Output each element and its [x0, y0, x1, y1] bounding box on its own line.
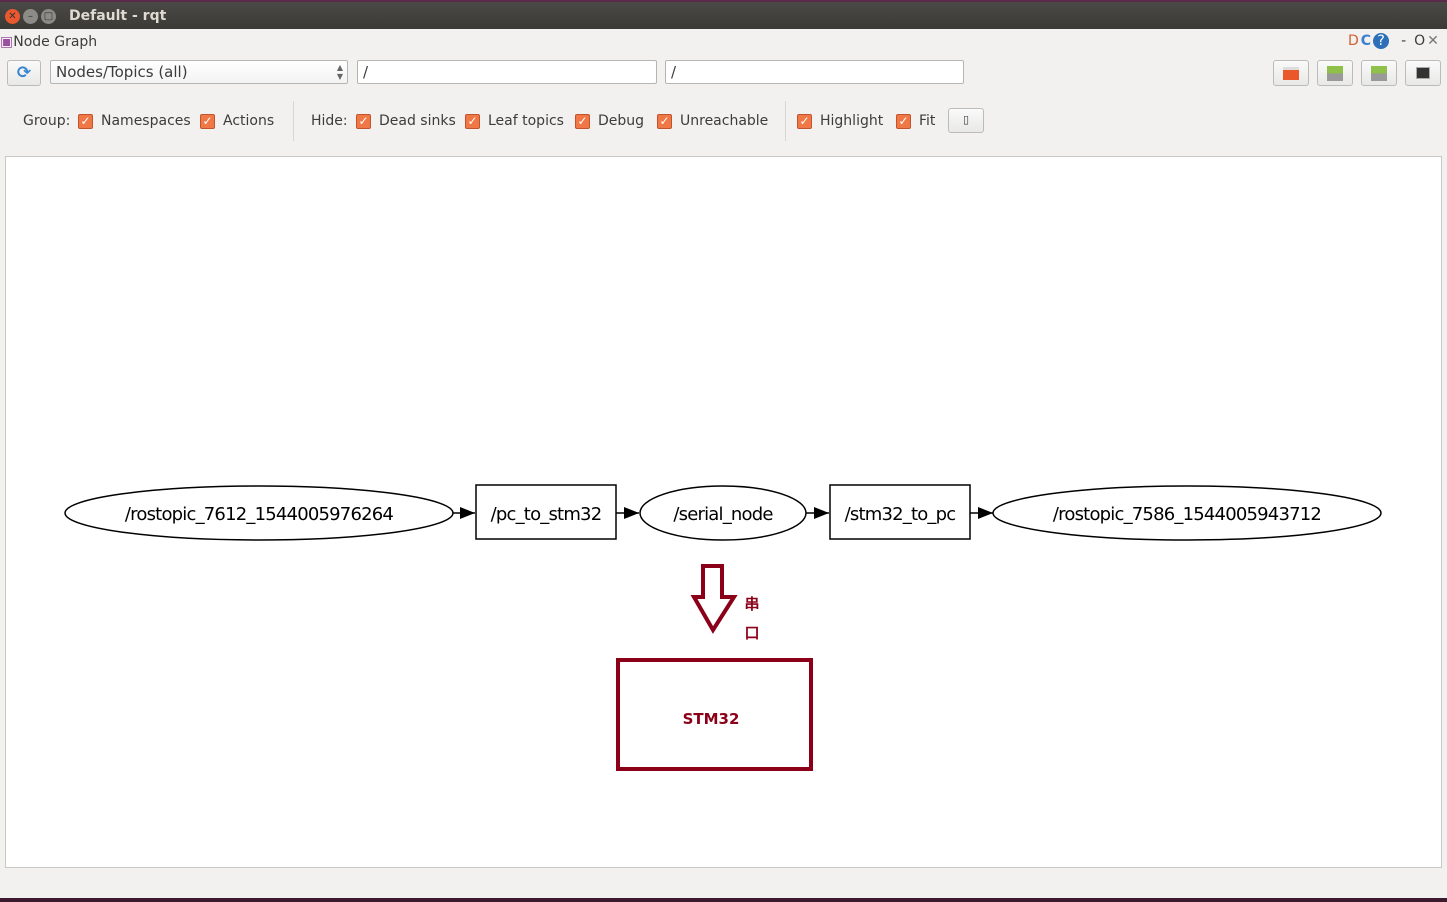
reload-icon[interactable]: C [1361, 33, 1371, 49]
close-plugin-icon[interactable]: ✕ [1427, 33, 1439, 49]
save-image-button[interactable] [1405, 60, 1441, 86]
check-icon: ✓ [200, 113, 215, 129]
annotation-label: 口 [744, 624, 759, 642]
maximize-window-icon[interactable]: □ [41, 9, 56, 24]
minimize-plugin-icon[interactable]: - [1401, 33, 1406, 49]
check-icon: ✓ [896, 113, 911, 129]
save-icon [1371, 66, 1387, 81]
topic-filter-input[interactable]: / [665, 60, 964, 84]
graph-node-topic-box[interactable]: /pc_to_stm32 [475, 484, 617, 540]
highlight-checkbox[interactable]: ✓ Highlight [797, 113, 883, 129]
check-icon: ✓ [657, 113, 672, 129]
save-svg-button[interactable] [1361, 60, 1397, 86]
checkbox-label: Debug [598, 113, 645, 129]
graph-canvas[interactable]: /rostopic_7612_1544005976264 /pc_to_stm3… [5, 156, 1442, 868]
check-icon: ✓ [575, 113, 590, 129]
fit-view-button[interactable]: ▯ [948, 108, 984, 133]
fit-icon: ▯ [962, 113, 970, 126]
checkbox-label: Highlight [820, 113, 884, 129]
window-title: Default - rqt [69, 8, 167, 24]
node-label: /rostopic_7612_1544005976264 [125, 504, 393, 525]
float-plugin-icon[interactable]: O [1414, 33, 1425, 49]
check-icon: ✓ [797, 113, 812, 129]
divider [785, 101, 786, 141]
plugin-controls: D C ? - O ✕ [1348, 33, 1439, 49]
checkbox-label: Dead sinks [379, 113, 456, 129]
namespace-filter-input[interactable]: / [357, 60, 657, 84]
checkbox-label: Leaf topics [488, 113, 564, 129]
plugin-header: ▣Node Graph [0, 34, 97, 50]
title-bar: ✕ – □ Default - rqt [0, 0, 1447, 29]
divider [293, 101, 294, 141]
hide-label: Hide: [311, 113, 348, 129]
annotation-label: 串 [744, 595, 759, 613]
save-icon [1327, 66, 1343, 81]
down-arrow-icon [690, 564, 738, 634]
node-label: /pc_to_stm32 [491, 504, 602, 525]
checkbox-label: Unreachable [680, 113, 769, 129]
minimize-window-icon[interactable]: – [23, 9, 38, 24]
folder-icon [1283, 67, 1299, 80]
checkbox-label: Fit [919, 113, 936, 129]
fit-checkbox[interactable]: ✓ Fit [896, 113, 935, 129]
help-icon[interactable]: ? [1373, 33, 1390, 49]
actions-checkbox[interactable]: ✓ Actions [200, 113, 274, 129]
group-label: Group: [23, 113, 71, 129]
namespaces-checkbox[interactable]: ✓ Namespaces [78, 113, 191, 129]
check-icon: ✓ [356, 113, 371, 129]
graph-type-value: Nodes/Topics (all) [56, 63, 188, 81]
graph-node-topic[interactable]: /rostopic_7586_1544005943712 [992, 485, 1382, 541]
node-label: /stm32_to_pc [845, 504, 956, 525]
debug-checkbox[interactable]: ✓ Debug [575, 113, 644, 129]
check-icon: ✓ [465, 113, 480, 129]
unreachable-checkbox[interactable]: ✓ Unreachable [657, 113, 768, 129]
spinner-icon: ▲ ▼ [336, 63, 343, 81]
leaf-topics-checkbox[interactable]: ✓ Leaf topics [465, 113, 564, 129]
refresh-button[interactable]: ⟳ [7, 60, 41, 86]
graph-type-select[interactable]: Nodes/Topics (all) ▲ ▼ [50, 60, 348, 84]
dock-icon[interactable]: D [1348, 33, 1359, 49]
checkbox-label: Namespaces [101, 113, 191, 129]
node-label: /serial_node [673, 504, 773, 525]
save-dot-button[interactable] [1317, 60, 1353, 86]
check-icon: ✓ [78, 113, 93, 129]
checkbox-label: Actions [223, 113, 275, 129]
node-label: /rostopic_7586_1544005943712 [1053, 504, 1321, 525]
graph-node-topic[interactable]: /rostopic_7612_1544005976264 [64, 485, 454, 541]
dead-sinks-checkbox[interactable]: ✓ Dead sinks [356, 113, 456, 129]
node-graph-icon: ▣ [0, 34, 14, 50]
image-icon [1416, 67, 1430, 79]
bottom-edge [0, 898, 1447, 902]
stm32-label: STM32 [683, 710, 740, 728]
graph-node-topic-box[interactable]: /stm32_to_pc [829, 484, 971, 540]
close-window-icon[interactable]: ✕ [5, 9, 20, 24]
load-dot-button[interactable] [1273, 60, 1309, 86]
graph-node-serial[interactable]: /serial_node [639, 485, 807, 541]
plugin-title: Node Graph [13, 34, 98, 50]
